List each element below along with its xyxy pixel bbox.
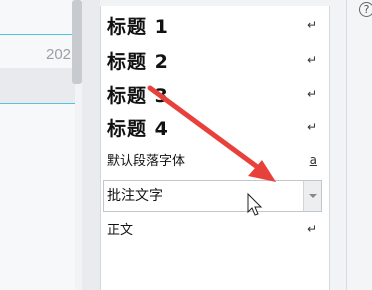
- paragraph-mark-icon: ↵: [306, 222, 317, 236]
- style-heading-2[interactable]: 标题 2 ↵: [101, 46, 329, 78]
- style-default-paragraph-font[interactable]: 默认段落字体 a: [101, 146, 329, 178]
- paragraph-mark-icon: ↵: [306, 53, 317, 67]
- style-heading-4[interactable]: 标题 4 ↵: [101, 113, 329, 145]
- document-area: 202: [0, 0, 75, 290]
- document-scrollbar[interactable]: [72, 0, 82, 84]
- paragraph-mark-icon: ↵: [306, 120, 317, 134]
- help-icon[interactable]: ?: [359, 2, 372, 17]
- style-label: 默认段落字体: [107, 154, 186, 169]
- document-row-highlighted: [0, 68, 75, 104]
- style-heading-3[interactable]: 标题 3 ↵: [101, 80, 329, 112]
- style-heading-1[interactable]: 标题 1 ↵: [101, 11, 329, 43]
- right-side-panel: ?: [346, 0, 372, 290]
- pane-gutter: [82, 0, 100, 290]
- date-fragment: 202: [46, 46, 72, 63]
- style-options-dropdown[interactable]: [303, 181, 321, 211]
- styles-pane: 标题 1 ↵ 标题 2 ↵ 标题 3 ↵ 标题 4 ↵ 默认段落字体 a 批注文…: [100, 6, 330, 290]
- style-body-text[interactable]: 正文 ↵: [101, 215, 329, 247]
- style-label: 标题 2: [107, 51, 169, 73]
- style-label: 标题 4: [107, 118, 169, 140]
- style-label: 批注文字: [107, 188, 163, 204]
- style-label: 标题 3: [107, 85, 169, 107]
- style-label: 正文: [107, 223, 134, 238]
- character-style-icon: a: [309, 153, 317, 167]
- paragraph-mark-icon: ↵: [306, 18, 317, 32]
- style-annotation-text-selected[interactable]: 批注文字: [103, 180, 322, 212]
- style-label: 标题 1: [107, 16, 169, 38]
- paragraph-mark-icon: ↵: [306, 87, 317, 101]
- chevron-down-icon: [309, 194, 317, 198]
